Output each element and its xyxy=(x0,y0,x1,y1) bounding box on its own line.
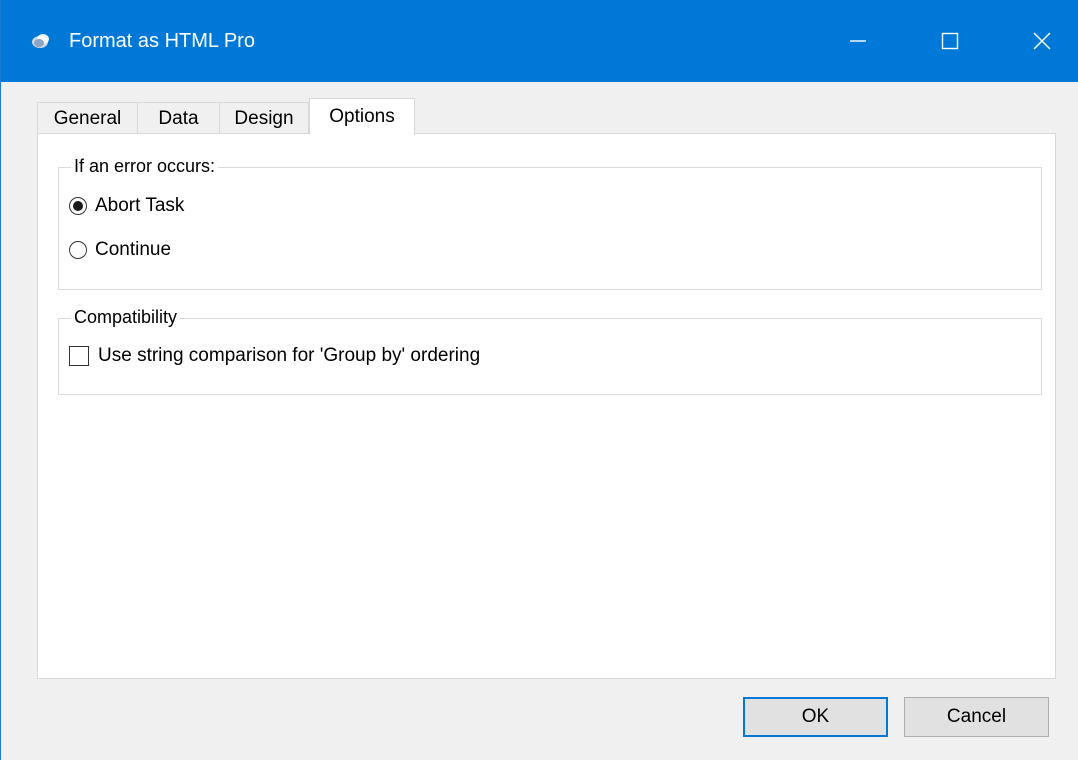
abort-task-label[interactable]: Abort Task xyxy=(95,195,184,217)
options-panel: If an error occurs: Abort Task Continue … xyxy=(37,133,1056,679)
tab-general[interactable]: General xyxy=(37,102,138,134)
maximize-button[interactable] xyxy=(904,0,996,82)
dialog-window: Format as HTML Pro General Data Design O… xyxy=(0,0,1078,760)
tab-data[interactable]: Data xyxy=(137,102,220,134)
compatibility-groupbox: Compatibility Use string comparison for … xyxy=(58,305,1042,395)
window-title: Format as HTML Pro xyxy=(69,30,255,52)
tab-options[interactable]: Options xyxy=(309,98,415,135)
app-icon xyxy=(32,34,49,48)
cancel-button[interactable]: Cancel xyxy=(904,697,1049,737)
minimize-button[interactable] xyxy=(812,0,904,82)
abort-task-radio[interactable] xyxy=(69,197,87,215)
close-icon xyxy=(1033,32,1051,50)
string-comparison-checkbox[interactable] xyxy=(69,346,89,366)
tab-design[interactable]: Design xyxy=(219,102,309,134)
continue-radio[interactable] xyxy=(69,241,87,259)
string-comparison-label[interactable]: Use string comparison for 'Group by' ord… xyxy=(98,345,480,367)
string-comparison-checkbox-row[interactable]: Use string comparison for 'Group by' ord… xyxy=(69,345,480,367)
radio-selected-dot xyxy=(73,201,83,211)
continue-label[interactable]: Continue xyxy=(95,239,171,261)
minimize-icon xyxy=(850,40,866,42)
close-button[interactable] xyxy=(996,0,1078,82)
continue-radio-row[interactable]: Continue xyxy=(69,239,171,261)
ok-button[interactable]: OK xyxy=(743,697,888,737)
maximize-icon xyxy=(941,32,959,50)
compatibility-group-legend: Compatibility xyxy=(71,305,181,329)
title-bar[interactable]: Format as HTML Pro xyxy=(1,0,1078,82)
abort-task-radio-row[interactable]: Abort Task xyxy=(69,195,184,217)
error-group-legend: If an error occurs: xyxy=(71,154,219,178)
error-groupbox: If an error occurs: Abort Task Continue xyxy=(58,154,1042,290)
